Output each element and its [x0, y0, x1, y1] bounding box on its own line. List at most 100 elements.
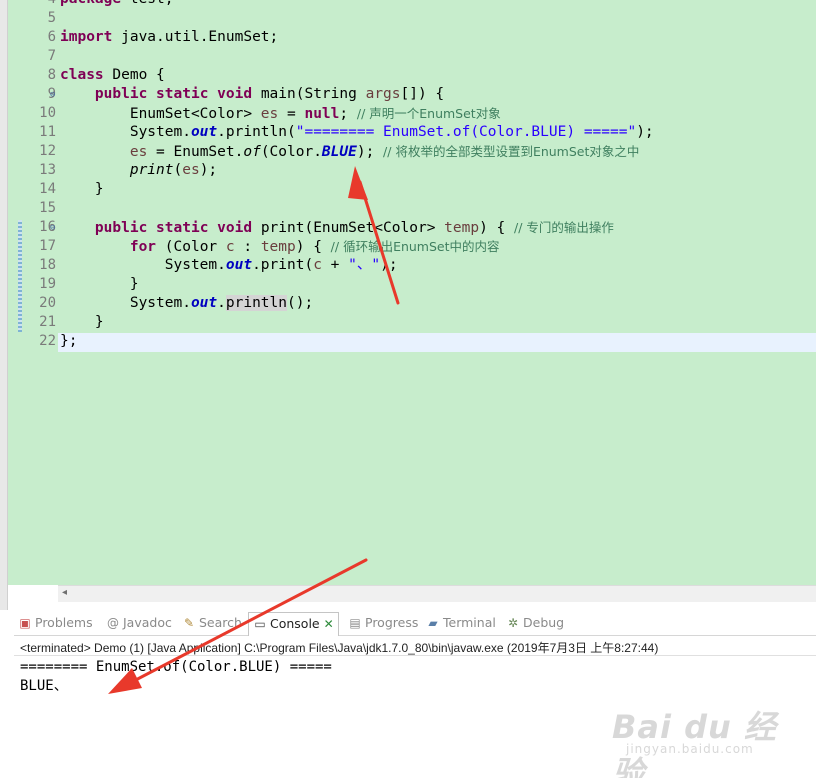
code-token: void: [217, 220, 253, 236]
code-token: public: [94, 220, 148, 236]
code-token: }: [60, 314, 104, 330]
code-token: static: [156, 220, 209, 236]
watermark-logo: Bai du 经验: [612, 708, 777, 778]
code-token: main(String: [252, 86, 366, 102]
tab-terminal[interactable]: ▰ Terminal: [426, 614, 496, 636]
horizontal-scrollbar[interactable]: ◂: [58, 585, 816, 602]
code-token: ();: [287, 295, 314, 311]
code-line[interactable]: }: [60, 180, 104, 199]
code-token: System.: [60, 124, 191, 140]
line-number: 6: [47, 29, 56, 45]
code-token: );: [356, 144, 384, 160]
tab-problems[interactable]: ▣ Problems: [18, 614, 92, 636]
code-token: temp: [260, 239, 296, 255]
tab-javadoc[interactable]: @ Javadoc: [106, 614, 172, 636]
code-line[interactable]: System.out.println("======== EnumSet.of(…: [60, 123, 654, 142]
code-token: es: [260, 106, 279, 122]
code-line[interactable]: };: [60, 332, 77, 351]
line-number: 10: [39, 105, 56, 121]
view-tab-bar: ▣ Problems @ Javadoc ✎ Search ▭ Console ✕ ▤ Pr…: [14, 610, 816, 636]
tab-debug-label: Debug: [523, 615, 565, 630]
code-token: es: [129, 144, 148, 160]
code-line[interactable]: package test;: [60, 0, 174, 9]
code-line[interactable]: for (Color c : temp) { // 循环输出EnumSet中的内…: [60, 237, 500, 256]
code-line[interactable]: System.out.print(c + "、");: [60, 256, 398, 275]
code-token: (Color: [156, 239, 226, 255]
code-token: public: [94, 86, 148, 102]
code-token: (: [173, 162, 183, 178]
code-token: es: [182, 162, 200, 178]
tab-console-label: Console: [270, 616, 320, 631]
code-token: // 声明一个EnumSet对象: [356, 106, 501, 121]
scroll-left-arrow-icon[interactable]: ◂: [62, 587, 67, 598]
tab-debug[interactable]: ✲ Debug: [506, 614, 564, 636]
code-token: .: [217, 295, 226, 311]
code-token: print: [129, 162, 174, 178]
code-token: =: [278, 106, 305, 122]
quick-diff-ruler: [18, 220, 22, 332]
code-line[interactable]: EnumSet<Color> es = null; // 声明一个EnumSet…: [60, 104, 501, 123]
code-token: // 循环输出EnumSet中的内容: [330, 239, 500, 254]
code-token: "、": [348, 257, 381, 273]
code-line[interactable]: System.out.println();: [60, 294, 313, 313]
code-token: +: [321, 257, 349, 273]
code-line[interactable]: public static void print(EnumSet<Color> …: [60, 218, 614, 237]
code-token: :: [234, 239, 261, 255]
line-number: 14: [39, 181, 56, 197]
code-line[interactable]: print(es);: [60, 161, 217, 180]
code-token: out: [190, 124, 218, 140]
code-line[interactable]: public static void main(String args[]) {: [60, 85, 444, 104]
baidu-jingyan-watermark: Bai du 经验 jingyan.baidu.com: [612, 700, 782, 778]
line-number: 5: [47, 10, 56, 26]
code-token: null: [304, 106, 340, 122]
code-line[interactable]: }: [60, 313, 104, 332]
search-icon: ✎: [183, 616, 195, 630]
tab-terminal-label: Terminal: [443, 615, 496, 630]
javadoc-icon: @: [107, 616, 119, 630]
tab-progress[interactable]: ▤ Progress: [348, 614, 418, 636]
code-line[interactable]: es = EnumSet.of(Color.BLUE); // 将枚举的全部类型…: [60, 142, 640, 161]
tab-console[interactable]: ▭ Console ✕: [248, 612, 339, 636]
code-token: // 专门的输出操作: [514, 220, 614, 235]
code-token: test;: [121, 0, 174, 7]
code-token: println: [225, 295, 287, 311]
tab-search[interactable]: ✎ Search: [182, 614, 242, 636]
code-line[interactable]: import java.util.EnumSet;: [60, 28, 278, 47]
code-token: );: [199, 162, 218, 178]
terminal-icon: ▰: [428, 616, 438, 630]
code-token: Demo {: [103, 67, 165, 83]
line-number: 17: [39, 238, 56, 254]
code-token: .print(: [252, 257, 314, 273]
tab-progress-label: Progress: [365, 615, 419, 630]
code-token: out: [225, 257, 253, 273]
code-line[interactable]: class Demo {: [60, 66, 165, 85]
code-editor[interactable]: 45678910111213141516171819202122 package…: [0, 0, 816, 585]
problems-icon: ▣: [19, 616, 31, 630]
console-icon: ▭: [254, 617, 266, 631]
code-token: void: [217, 86, 253, 102]
fold-toggle-icon[interactable]: ⊖: [50, 219, 55, 238]
code-token: c: [225, 239, 235, 255]
close-icon[interactable]: ✕: [324, 617, 334, 631]
code-line[interactable]: }: [60, 275, 139, 294]
fold-toggle-icon[interactable]: ⊖: [50, 86, 55, 105]
code-token: BLUE: [321, 144, 357, 160]
code-token: ;: [339, 106, 357, 122]
line-number: 22: [39, 333, 56, 349]
code-token: = EnumSet.: [147, 144, 244, 160]
line-number: 18: [39, 257, 56, 273]
code-token: class: [60, 67, 104, 83]
code-token: EnumSet<Color>: [60, 106, 261, 122]
code-token: };: [60, 333, 78, 349]
line-number: 12: [39, 143, 56, 159]
code-token: package: [60, 0, 121, 7]
watermark-url: jingyan.baidu.com: [626, 742, 754, 756]
code-token: .println(: [217, 124, 296, 140]
code-token: System.: [60, 257, 226, 273]
code-token: import: [60, 29, 113, 45]
